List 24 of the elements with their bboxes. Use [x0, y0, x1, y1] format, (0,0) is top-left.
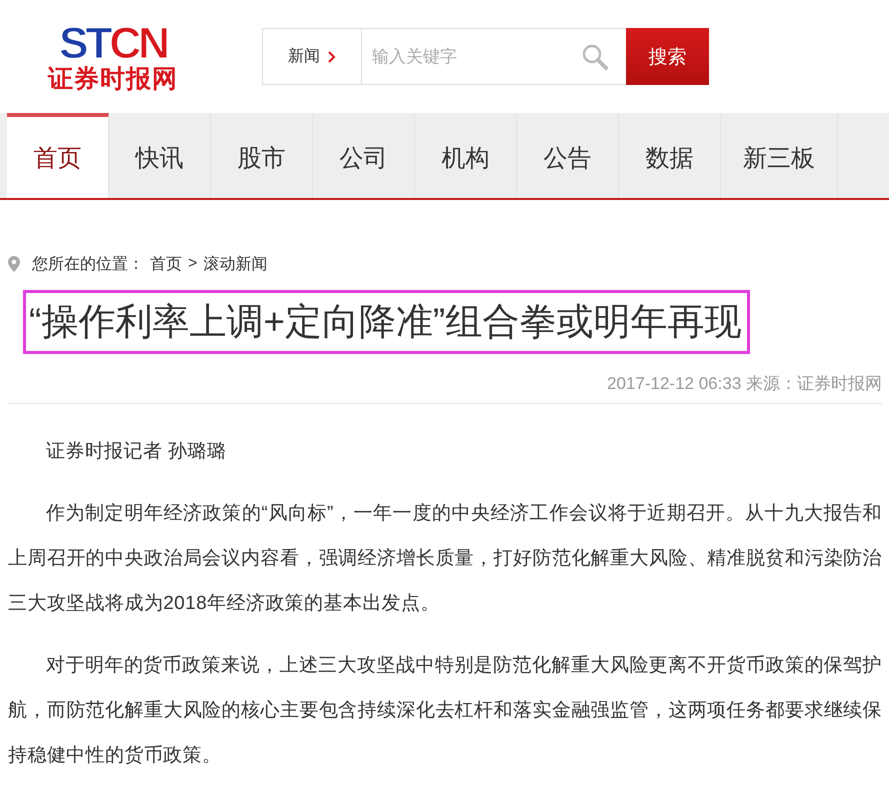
breadcrumb-label: 您所在的位置： [32, 254, 144, 274]
search-field[interactable]: 输入关键字 [370, 46, 574, 68]
article-paragraph: 对于明年的货币政策来说，上述三大攻坚战中特别是防范化解重大风险更离不开货币政策的保驾护航，而防范化解重大风险的核心主要包含持续深化去杠杆和落实金融强监管，这两项任务都要求继续保持稳健中性的货币政策。 [8, 654, 882, 768]
nav-tab[interactable]: 首页 [7, 113, 109, 198]
breadcrumb-link[interactable]: 首页 [150, 254, 182, 274]
site-name[interactable]: 证券时报网 [48, 64, 178, 94]
nav-tab[interactable]: 快讯 [109, 113, 211, 198]
location-pin-icon [8, 256, 20, 272]
nav-tab[interactable]: 新三板 [721, 113, 838, 198]
search-button[interactable]: 搜索 [626, 28, 709, 85]
nav-tab[interactable]: 数据 [619, 113, 721, 198]
article-meta: 2017-12-12 06:33 来源：证券时报网 [8, 372, 882, 404]
nav-tab[interactable]: 股市 [211, 113, 313, 198]
article-paragraph: 证券时报记者 孙璐璐 [45, 440, 228, 464]
article-paragraph: 作为制定明年经济政策的“风向标”，一年一度的中央经济工作会议将于近期召开。从十九大报告和上周召开的中央政治局会议内容看，强调经济增长质量，打好防范化解重大风险、精准脱贫和污染防治三大攻坚战将成为2018年经济政策的基本出发点。 [8, 502, 882, 616]
category-selector[interactable]: 新闻 [263, 29, 362, 84]
search-icon[interactable] [582, 44, 608, 70]
nav-tab[interactable]: 公司 [313, 113, 415, 198]
breadcrumb-separator: > [188, 255, 198, 273]
breadcrumb-link[interactable]: 滚动新闻 [203, 254, 268, 274]
nav-tab[interactable]: 机构 [415, 113, 517, 198]
article-title: “操作利率上调+定向降准”组合拳或明年再现 [23, 290, 750, 354]
nav-tab[interactable]: 公告 [517, 113, 619, 198]
chevron-icon [328, 50, 336, 62]
